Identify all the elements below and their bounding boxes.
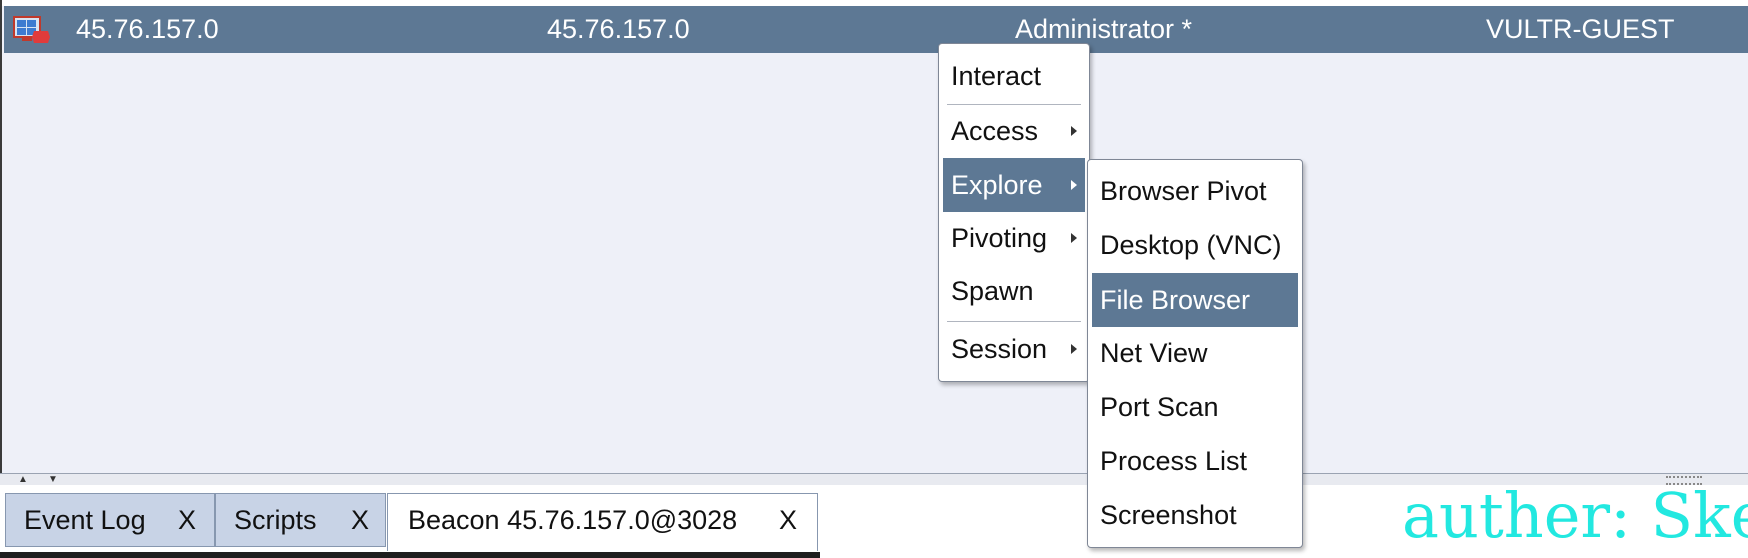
menu-item-label: Access bbox=[951, 116, 1039, 146]
tab-label: Scripts bbox=[234, 505, 317, 535]
author-watermark: auther: Ske bbox=[1402, 479, 1748, 552]
menu-item-browser-pivot[interactable]: Browser Pivot bbox=[1092, 167, 1298, 215]
menu-item-label: Interact bbox=[951, 61, 1042, 91]
menu-item-desktop-vnc[interactable]: Desktop (VNC) bbox=[1092, 221, 1298, 269]
menu-item-port-scan[interactable]: Port Scan bbox=[1092, 383, 1298, 431]
menu-item-net-view[interactable]: Net View bbox=[1092, 329, 1298, 377]
tab-label: Beacon 45.76.157.0@3028 bbox=[408, 505, 738, 535]
menu-item-interact[interactable]: Interact bbox=[943, 52, 1085, 100]
splitter-down-arrow-icon[interactable]: ▼ bbox=[48, 475, 58, 485]
menu-item-explore[interactable]: Explore bbox=[943, 158, 1085, 212]
submenu-arrow-icon bbox=[1071, 126, 1077, 136]
submenu-arrow-icon bbox=[1071, 233, 1077, 243]
tab-scripts[interactable]: Scripts X bbox=[215, 493, 386, 547]
menu-item-spawn[interactable]: Spawn bbox=[943, 267, 1085, 315]
menu-item-label: Desktop (VNC) bbox=[1100, 230, 1282, 260]
context-menu: Interact Access Explore Pivoting Spawn S… bbox=[938, 43, 1090, 382]
menu-item-label: Session bbox=[951, 334, 1048, 364]
menu-item-session[interactable]: Session bbox=[943, 325, 1085, 373]
close-tab-button[interactable]: X bbox=[779, 494, 797, 546]
session-table: 45.76.157.0 45.76.157.0 Administrator * … bbox=[0, 0, 1748, 473]
menu-separator bbox=[947, 321, 1081, 322]
menu-item-process-list[interactable]: Process List bbox=[1092, 437, 1298, 485]
submenu-arrow-icon bbox=[1071, 344, 1077, 354]
menu-item-label: Net View bbox=[1100, 338, 1208, 368]
explore-submenu: Browser Pivot Desktop (VNC) File Browser… bbox=[1087, 159, 1303, 548]
close-tab-button[interactable]: X bbox=[178, 494, 196, 546]
session-row[interactable]: 45.76.157.0 45.76.157.0 Administrator * … bbox=[4, 6, 1748, 53]
tab-label: Event Log bbox=[24, 505, 146, 535]
tab-event-log[interactable]: Event Log X bbox=[5, 493, 215, 547]
menu-item-label: Pivoting bbox=[951, 223, 1048, 253]
menu-item-label: Browser Pivot bbox=[1100, 176, 1267, 206]
menu-item-label: Screenshot bbox=[1100, 500, 1237, 530]
computer-cell: VULTR-GUEST bbox=[1486, 14, 1675, 44]
menu-item-label: File Browser bbox=[1100, 285, 1251, 315]
menu-separator bbox=[947, 104, 1081, 105]
menu-item-label: Explore bbox=[951, 170, 1043, 200]
menu-item-label: Port Scan bbox=[1100, 392, 1219, 422]
menu-item-file-browser[interactable]: File Browser bbox=[1092, 273, 1298, 327]
menu-item-label: Spawn bbox=[951, 276, 1034, 306]
menu-item-label: Process List bbox=[1100, 446, 1248, 476]
internal-ip-cell: 45.76.157.0 bbox=[547, 14, 690, 44]
menu-item-access[interactable]: Access bbox=[943, 107, 1085, 155]
submenu-arrow-icon bbox=[1071, 180, 1077, 190]
tab-content-border bbox=[0, 552, 820, 558]
menu-item-pivoting[interactable]: Pivoting bbox=[943, 214, 1085, 262]
close-tab-button[interactable]: X bbox=[351, 494, 369, 546]
external-ip-cell: 45.76.157.0 bbox=[76, 14, 219, 44]
tab-beacon[interactable]: Beacon 45.76.157.0@3028 X bbox=[387, 493, 818, 551]
windows-host-icon bbox=[12, 15, 52, 45]
menu-item-screenshot[interactable]: Screenshot bbox=[1092, 491, 1298, 539]
splitter-up-arrow-icon[interactable]: ▲ bbox=[18, 475, 28, 485]
